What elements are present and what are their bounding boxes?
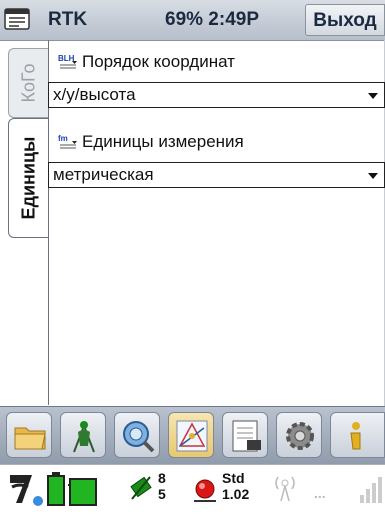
search-button[interactable]	[114, 412, 160, 458]
controller-battery-icon	[68, 478, 97, 506]
coordinate-order-text: Порядок координат	[82, 52, 235, 71]
chevron-down-icon	[368, 93, 378, 99]
coordinate-order-dropdown[interactable]: x/y/высота	[48, 82, 385, 108]
folder-button[interactable]	[6, 412, 52, 458]
folder-icon	[14, 427, 46, 450]
satellite-icon[interactable]	[130, 473, 152, 503]
tab-kogo[interactable]: КоГо	[8, 48, 48, 118]
coordinate-order-label: BLH Порядок координат	[58, 52, 235, 72]
chevron-down-icon	[368, 173, 378, 179]
cogo-map-icon	[176, 420, 208, 452]
signal-strength-icon[interactable]	[358, 475, 382, 505]
tab-units[interactable]: Единицы	[8, 118, 48, 238]
coordinate-order-value: x/y/высота	[53, 85, 136, 104]
status-bar: 8 5 Std 1.02 ...	[0, 464, 385, 514]
satellite-count-bottom: 5	[158, 486, 166, 502]
surveyor-icon	[73, 421, 95, 453]
gear-icon	[286, 422, 314, 450]
main-toolbar	[0, 406, 385, 465]
settings-button[interactable]	[276, 412, 322, 458]
units-text: Единицы измерения	[82, 132, 244, 151]
globe-search-icon	[123, 421, 155, 453]
tab-units-label: Единицы	[18, 136, 38, 220]
units-dropdown[interactable]: метрическая	[48, 162, 385, 188]
solution-label: Std	[222, 470, 245, 486]
cogo-button[interactable]	[168, 412, 214, 458]
tab-kogo-label: КоГо	[18, 63, 38, 103]
title-bar: RTK 69% 2:49P Выход	[0, 0, 385, 41]
survey-button[interactable]	[60, 412, 106, 458]
battery-clock-status: 69% 2:49P	[165, 9, 260, 30]
start-menu-icon[interactable]	[4, 8, 30, 30]
solution-value: 1.02	[222, 486, 250, 502]
info-button[interactable]	[330, 412, 385, 458]
link-status-dots: ...	[314, 485, 326, 501]
units-value: метрическая	[53, 165, 154, 184]
battery-icon	[47, 472, 65, 506]
info-icon	[350, 422, 361, 450]
blh-icon-text: BLH	[58, 54, 75, 63]
receiver-icon[interactable]	[6, 471, 44, 507]
blh-icon: BLH	[58, 54, 77, 69]
notebook-icon	[232, 420, 261, 452]
units-label: fm Единицы измерения	[58, 132, 244, 152]
notebook-button[interactable]	[222, 412, 268, 458]
units-icon-text: fm	[58, 134, 68, 143]
satellite-count-top: 8	[158, 470, 166, 486]
units-icon: fm	[58, 134, 77, 149]
app-title: RTK	[48, 9, 88, 30]
exit-button[interactable]: Выход	[305, 4, 385, 36]
radio-icon[interactable]	[272, 473, 298, 503]
alert-icon[interactable]	[192, 473, 218, 505]
